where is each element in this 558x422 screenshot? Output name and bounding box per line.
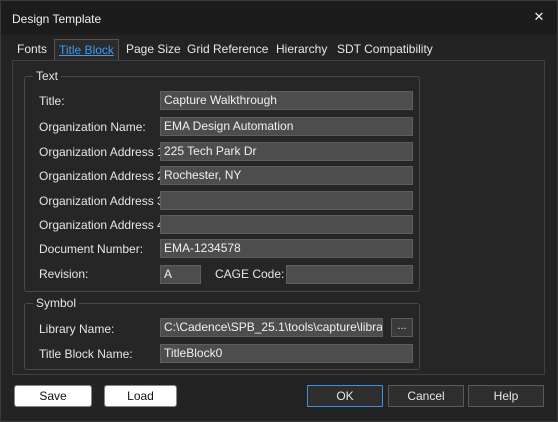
org-address-1-field[interactable]: 225 Tech Park Dr (160, 142, 413, 161)
text-group: Text Title: Capture Walkthrough Organiza… (24, 69, 420, 292)
document-number-field[interactable]: EMA-1234578 (160, 239, 413, 258)
save-button[interactable]: Save (14, 385, 92, 407)
title-bar[interactable]: Design Template ✕ (1, 1, 557, 35)
tab-grid-reference[interactable]: Grid Reference (183, 40, 272, 60)
title-label: Title: (39, 94, 65, 108)
close-icon[interactable]: ✕ (529, 7, 549, 27)
dialog-title: Design Template (12, 12, 102, 26)
symbol-group: Symbol Library Name: C:\Cadence\SPB_25.1… (24, 296, 420, 370)
org-address-2-field[interactable]: Rochester, NY (160, 166, 413, 185)
tab-title-block[interactable]: Title Block (54, 39, 119, 60)
title-block-name-field[interactable]: TitleBlock0 (160, 344, 413, 363)
revision-label: Revision: (39, 267, 89, 281)
cage-code-field[interactable] (286, 265, 413, 284)
tab-page-size[interactable]: Page Size (122, 40, 185, 60)
org-address-4-field[interactable] (160, 215, 413, 234)
symbol-group-legend: Symbol (33, 296, 80, 310)
tab-sdt-compatibility[interactable]: SDT Compatibility (333, 40, 437, 60)
cancel-button[interactable]: Cancel (388, 385, 464, 407)
library-name-label: Library Name: (39, 322, 115, 336)
title-block-name-label: Title Block Name: (39, 347, 133, 361)
browse-library-button[interactable]: ... (391, 318, 413, 337)
org-name-field[interactable]: EMA Design Automation (160, 117, 413, 136)
document-number-label: Document Number: (39, 242, 144, 256)
library-name-field[interactable]: C:\Cadence\SPB_25.1\tools\capture\librar… (160, 318, 383, 337)
org-address-4-label: Organization Address 4: (39, 218, 168, 232)
org-address-2-label: Organization Address 2: (39, 169, 168, 183)
ok-button[interactable]: OK (307, 385, 383, 407)
tab-hierarchy[interactable]: Hierarchy (272, 40, 331, 60)
cage-code-label: CAGE Code: (215, 267, 285, 281)
tab-fonts[interactable]: Fonts (13, 40, 51, 60)
org-address-1-label: Organization Address 1: (39, 145, 168, 159)
text-group-legend: Text (33, 69, 62, 83)
help-button[interactable]: Help (468, 385, 544, 407)
org-address-3-label: Organization Address 3: (39, 194, 168, 208)
org-address-3-field[interactable] (160, 191, 413, 210)
title-field[interactable]: Capture Walkthrough (160, 91, 413, 110)
title-block-panel: Text Title: Capture Walkthrough Organiza… (12, 60, 545, 375)
design-template-dialog: Design Template ✕ Fonts Title Block Page… (0, 0, 558, 422)
tab-bar: Fonts Title Block Page Size Grid Referen… (13, 39, 553, 60)
load-button[interactable]: Load (104, 385, 177, 407)
revision-field[interactable]: A (160, 265, 201, 284)
org-name-label: Organization Name: (39, 120, 146, 134)
